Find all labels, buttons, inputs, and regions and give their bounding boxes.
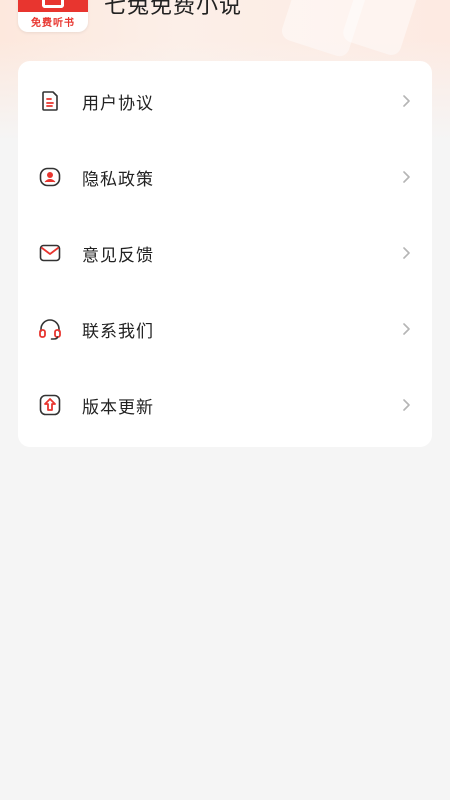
logo-text: 免费听书 — [31, 18, 75, 29]
about-page: 免费听书 七兔免费小说 用户协议 隐私政策 意见反馈 联系我们 版本更新 — [0, 0, 450, 800]
menu-item-label: 联系我们 — [82, 321, 154, 342]
upgrade-icon — [38, 393, 62, 417]
menu-item-version-update[interactable]: 版本更新 — [18, 367, 432, 443]
chevron-right-icon — [400, 399, 412, 411]
chevron-right-icon — [400, 95, 412, 107]
chevron-right-icon — [400, 171, 412, 183]
privacy-user-icon — [38, 165, 62, 189]
mail-icon — [38, 241, 62, 265]
chevron-right-icon — [400, 247, 412, 259]
app-logo: 免费听书 — [18, 0, 88, 32]
document-icon — [38, 89, 62, 113]
menu-item-feedback[interactable]: 意见反馈 — [18, 215, 432, 291]
settings-menu: 用户协议 隐私政策 意见反馈 联系我们 版本更新 — [18, 61, 432, 447]
menu-item-label: 用户协议 — [82, 93, 154, 114]
book-icon — [42, 0, 64, 8]
headset-icon — [38, 317, 62, 341]
menu-item-label: 版本更新 — [82, 397, 154, 418]
menu-item-user-agreement[interactable]: 用户协议 — [18, 63, 432, 139]
menu-item-label: 意见反馈 — [82, 245, 154, 266]
chevron-right-icon — [400, 323, 412, 335]
app-title: 七兔免费小说 — [104, 0, 243, 19]
menu-item-contact-us[interactable]: 联系我们 — [18, 291, 432, 367]
menu-item-label: 隐私政策 — [82, 169, 154, 190]
menu-item-privacy-policy[interactable]: 隐私政策 — [18, 139, 432, 215]
